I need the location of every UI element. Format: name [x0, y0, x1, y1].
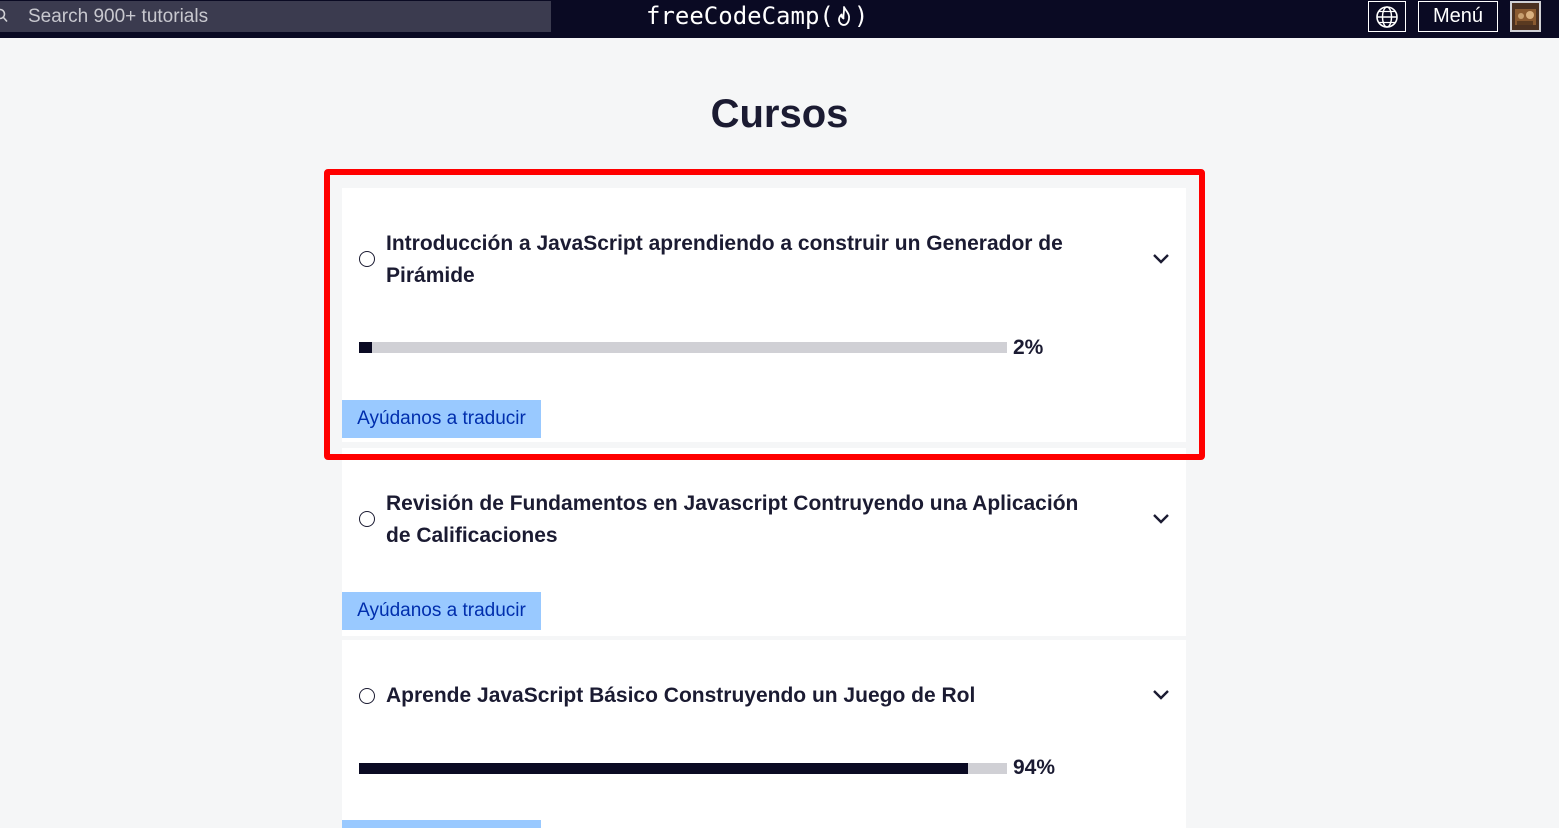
course-title: Revisión de Fundamentos en Javascript Co…: [386, 492, 1079, 547]
radio-circle-icon: [359, 251, 375, 267]
avatar-image: [1512, 3, 1539, 30]
course-card: Introducción a JavaScript aprendiendo a …: [342, 188, 1186, 442]
page-title: Cursos: [710, 92, 849, 136]
progress-bar: [359, 342, 1007, 353]
help-translate-button-partial[interactable]: [342, 820, 541, 828]
chevron-down-icon: [1153, 690, 1169, 700]
search-input[interactable]: [28, 1, 528, 32]
course-card: Revisión de Fundamentos en Javascript Co…: [342, 448, 1186, 636]
flame-icon: [837, 6, 850, 26]
progress-bar: [359, 763, 1007, 774]
brand-text-prefix: freeCodeCamp(: [646, 2, 834, 30]
course-toggle[interactable]: Introducción a JavaScript aprendiendo a …: [342, 226, 1186, 292]
brand-text-suffix: ): [853, 2, 869, 30]
user-avatar[interactable]: [1510, 1, 1541, 32]
progress-fill: [359, 342, 372, 353]
top-navbar: freeCodeCamp( ) Menú: [0, 0, 1559, 38]
menu-button[interactable]: Menú: [1418, 1, 1498, 32]
chevron-down-icon: [1153, 254, 1169, 264]
help-translate-button[interactable]: Ayúdanos a traducir: [342, 592, 541, 630]
globe-icon: [1376, 5, 1398, 28]
search-bar[interactable]: [0, 1, 551, 32]
progress-percent: 94%: [1013, 756, 1056, 779]
search-icon: [0, 8, 8, 23]
course-toggle[interactable]: Revisión de Fundamentos en Javascript Co…: [342, 486, 1186, 552]
course-title: Aprende JavaScript Básico Construyendo u…: [386, 684, 976, 707]
course-title: Introducción a JavaScript aprendiendo a …: [386, 232, 1063, 287]
help-translate-button[interactable]: Ayúdanos a traducir: [342, 400, 541, 438]
radio-circle-icon: [359, 688, 375, 704]
chevron-down-icon: [1153, 514, 1169, 524]
progress-fill: [359, 763, 969, 774]
freecodecamp-logo[interactable]: freeCodeCamp( ): [646, 0, 868, 32]
language-button[interactable]: [1368, 1, 1406, 32]
progress-percent: 2%: [1013, 336, 1044, 359]
course-card: Aprende JavaScript Básico Construyendo u…: [342, 640, 1186, 828]
course-toggle[interactable]: Aprende JavaScript Básico Construyendo u…: [342, 678, 1186, 714]
radio-circle-icon: [359, 511, 375, 527]
